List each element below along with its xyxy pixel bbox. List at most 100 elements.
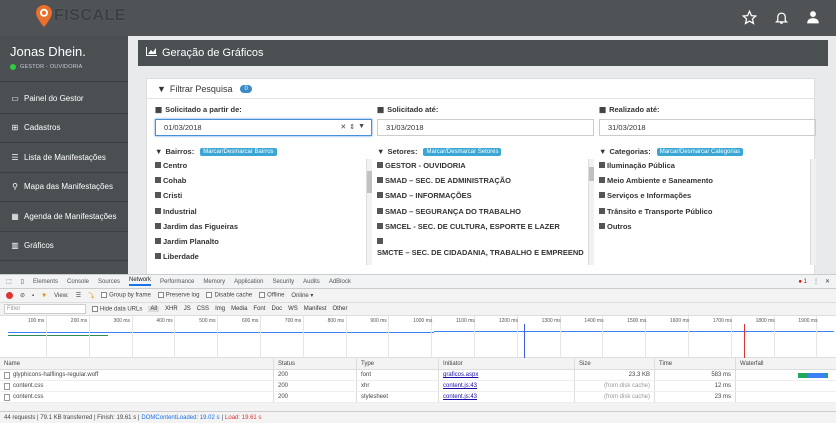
sidebar-item-lista[interactable]: ☰ Lista de Manifestações [0, 143, 128, 173]
setores-list[interactable]: GESTOR - OUVIDORIA SMAD – SEC. DE ADMINI… [377, 159, 594, 267]
more-icon[interactable]: ⋮ [813, 278, 819, 285]
type-filter-media[interactable]: Media [231, 306, 247, 312]
network-overview-timeline[interactable]: 100 ms 200 ms 300 ms 400 ms 500 ms 600 ms 700 … [0, 316, 836, 358]
star-icon[interactable] [740, 8, 758, 26]
spinner-icon[interactable]: ⇕ [349, 123, 355, 131]
camera-icon[interactable]: ▪ [32, 293, 34, 299]
list-item[interactable]: Jardim das Figueiras [155, 220, 372, 235]
checkbox[interactable] [377, 222, 383, 229]
column-header-initiator[interactable]: Initiator [439, 358, 575, 369]
inspect-icon[interactable]: ⬚ [6, 278, 12, 285]
type-filter-img[interactable]: Img [215, 306, 225, 312]
dropdown-arrow-icon[interactable]: ▼ [358, 123, 365, 131]
close-icon[interactable]: ✕ [825, 278, 830, 285]
checkbox[interactable] [377, 237, 383, 244]
date-to-input[interactable]: 31/03/2018 [377, 119, 594, 136]
sidebar-item-painel[interactable]: ▭ Painel do Gestor [0, 84, 128, 114]
checkbox[interactable] [599, 177, 605, 184]
bairros-list[interactable]: Centro Cohab Cristi Industrial Jardim da… [155, 159, 372, 267]
list-item[interactable]: Cristi [155, 189, 372, 204]
column-header-waterfall[interactable]: Waterfall [736, 358, 836, 369]
checkbox[interactable] [155, 253, 161, 260]
column-header-name[interactable]: Name [0, 358, 274, 369]
table-row[interactable]: glyphicons-halflings-regular.woff 200 fo… [0, 370, 836, 381]
table-row[interactable]: content.css 200 stylesheet content.js:43… [0, 392, 836, 403]
tab-performance[interactable]: Performance [160, 279, 194, 285]
app-logo[interactable]: FISCALE [36, 5, 126, 27]
type-filter-js[interactable]: JS [184, 306, 191, 312]
checkbox[interactable] [599, 192, 605, 199]
tab-memory[interactable]: Memory [203, 279, 225, 285]
list-item[interactable]: SMCEL - SEC. DE CULTURA, ESPORTE E LAZER [377, 220, 594, 235]
list-item[interactable]: Jardim Planalto [155, 235, 372, 250]
sidebar-item-mapa[interactable]: ⚲ Mapa das Manifestações [0, 173, 128, 202]
list-item[interactable]: Outros [599, 220, 816, 235]
tab-application[interactable]: Application [234, 279, 263, 285]
list-item[interactable]: SMAD – SEGURANÇA DO TRABALHO [377, 205, 594, 220]
throttle-select[interactable]: Online ▾ [291, 292, 313, 299]
request-initiator-link[interactable]: content.js:43 [443, 394, 477, 400]
request-initiator-link[interactable]: content.js:43 [443, 383, 477, 389]
list-item[interactable] [377, 235, 594, 246]
scrollbar-thumb[interactable] [589, 167, 594, 181]
list-item[interactable]: SMCTE – SEC. DE CIDADANIA, TRABALHO E EM… [377, 246, 594, 267]
clear-icon[interactable]: ✕ [340, 123, 346, 131]
checkbox[interactable] [599, 222, 605, 229]
error-count[interactable]: ● 1 [798, 279, 807, 285]
tab-sources[interactable]: Sources [98, 279, 120, 285]
list-item[interactable]: SMAD – SEC. DE ADMINISTRAÇÃO [377, 174, 594, 189]
type-filter-ws[interactable]: WS [288, 306, 298, 312]
toggle-setores-button[interactable]: Marcar/Desmarcar Setores [423, 147, 502, 156]
tab-adblock[interactable]: AdBlock [329, 279, 351, 285]
list-item[interactable]: Liberdade [155, 250, 372, 265]
tab-security[interactable]: Security [272, 279, 294, 285]
list-item[interactable]: Iluminação Pública [599, 159, 816, 174]
filter-funnel-icon[interactable]: ▼ [41, 293, 47, 299]
type-filter-xhr[interactable]: XHR [165, 306, 178, 312]
toggle-bairros-button[interactable]: Marcar/Desmarcar Bairros [200, 147, 277, 156]
preserve-log-checkbox[interactable]: Preserve log [157, 292, 199, 299]
tab-network[interactable]: Network [129, 277, 152, 286]
checkbox[interactable] [377, 177, 383, 184]
type-filter-all[interactable]: All [148, 306, 160, 312]
column-header-status[interactable]: Status [274, 358, 357, 369]
sidebar-item-cadastros[interactable]: ⊞ Cadastros [0, 114, 128, 143]
waterfall-view-icon[interactable]: ⤵ [88, 291, 94, 300]
user-icon[interactable] [804, 8, 822, 26]
offline-checkbox[interactable]: Offline [259, 292, 284, 299]
tab-audits[interactable]: Audits [303, 279, 320, 285]
column-header-time[interactable]: Time [655, 358, 736, 369]
list-view-icon[interactable]: ☰ [76, 292, 81, 299]
checkbox[interactable] [377, 207, 383, 214]
request-initiator-link[interactable]: graficos.aspx [443, 372, 478, 378]
checkbox[interactable] [155, 192, 161, 199]
bell-icon[interactable] [772, 8, 790, 26]
toggle-categorias-button[interactable]: Marcar/Desmarcar Categorias [656, 147, 744, 156]
list-item[interactable]: Industrial [155, 205, 372, 220]
hide-data-urls-checkbox[interactable]: Hide data URLs [92, 305, 142, 312]
checkbox[interactable] [377, 192, 383, 199]
checkbox[interactable] [599, 207, 605, 214]
checkbox[interactable] [155, 162, 161, 168]
list-item[interactable]: GESTOR - OUVIDORIA [377, 159, 594, 174]
checkbox[interactable] [155, 207, 161, 214]
list-item[interactable]: Centro [155, 159, 372, 174]
scrollbar-thumb[interactable] [367, 171, 372, 193]
table-row[interactable]: content.css 200 xhr content.js:43 (from … [0, 381, 836, 392]
date-done-input[interactable]: 31/03/2018 [599, 119, 816, 136]
disable-cache-checkbox[interactable]: Disable cache [206, 292, 252, 299]
tab-elements[interactable]: Elements [33, 279, 58, 285]
device-toggle-icon[interactable]: ▯ [21, 278, 24, 285]
type-filter-doc[interactable]: Doc [271, 306, 282, 312]
type-filter-other[interactable]: Other [332, 306, 347, 312]
type-filter-manifest[interactable]: Manifest [304, 306, 327, 312]
checkbox[interactable] [155, 237, 161, 244]
scrollbar[interactable] [810, 159, 816, 265]
sidebar-item-graficos[interactable]: ▥ Gráficos [0, 232, 128, 261]
checkbox[interactable] [155, 222, 161, 229]
type-filter-css[interactable]: CSS [197, 306, 209, 312]
list-item[interactable]: SMAD – INFORMAÇÕES [377, 189, 594, 204]
record-icon[interactable] [6, 292, 13, 299]
column-header-size[interactable]: Size [575, 358, 655, 369]
checkbox[interactable] [599, 162, 605, 168]
